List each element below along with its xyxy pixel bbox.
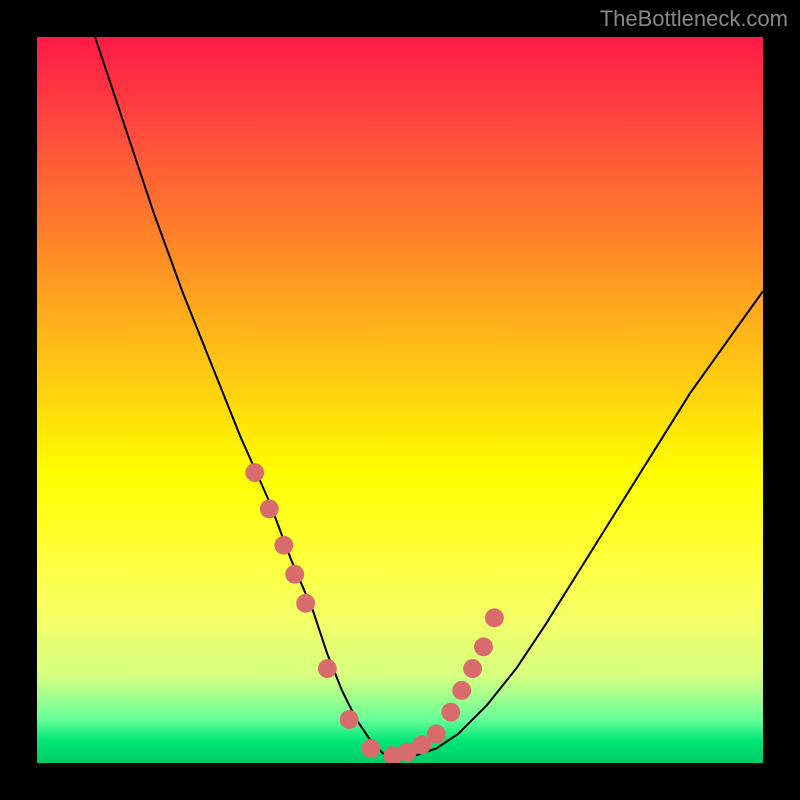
data-point [274,536,293,555]
data-point [474,637,493,656]
watermark-text: TheBottleneck.com [600,6,788,32]
chart-svg [37,37,763,763]
data-point [427,725,446,744]
bottleneck-curve [95,37,763,756]
data-point [245,463,264,482]
data-point [485,608,504,627]
data-points [245,463,503,763]
data-point [452,681,471,700]
data-point [441,703,460,722]
data-point [296,594,315,613]
data-point [260,499,279,518]
data-point [463,659,482,678]
data-point [285,565,304,584]
data-point [318,659,337,678]
data-point [340,710,359,729]
data-point [362,739,381,758]
